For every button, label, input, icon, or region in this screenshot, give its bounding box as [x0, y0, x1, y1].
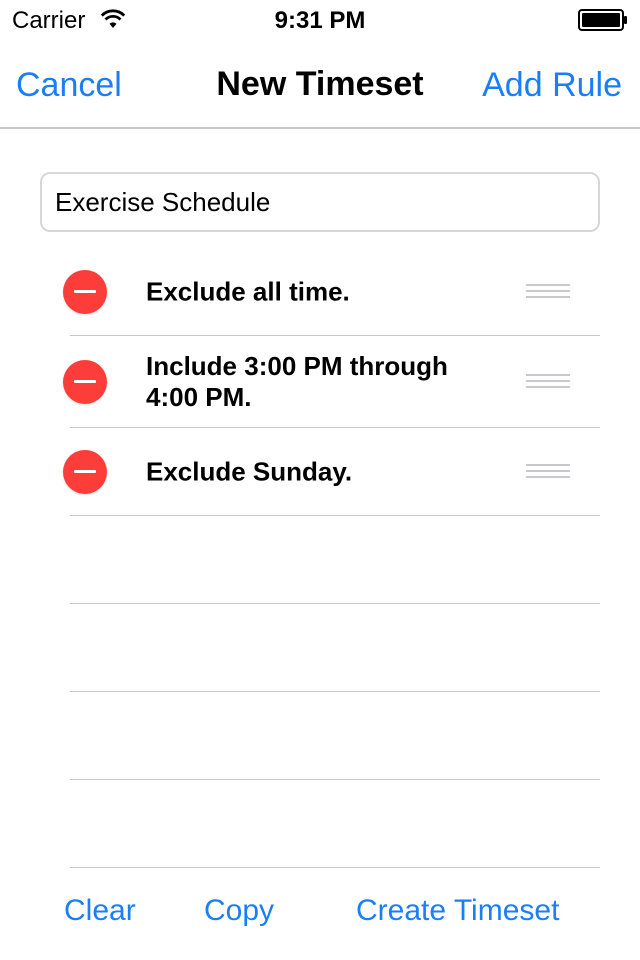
rule-row[interactable]: Exclude all time. [63, 248, 600, 336]
reorder-handle-icon[interactable] [526, 463, 570, 480]
reorder-handle-icon[interactable] [526, 373, 570, 390]
status-time: 9:31 PM [274, 7, 366, 34]
status-bar: Carrier 9:31 PM [0, 0, 640, 40]
delete-rule-button[interactable] [63, 359, 107, 404]
empty-row [70, 604, 600, 692]
rule-text: Exclude Sunday. [146, 456, 353, 486]
rules-list: Exclude all time. Include 3:00 PM throug… [0, 248, 640, 868]
rule-text: Include 3:00 PM through 4:00 PM. [146, 350, 448, 412]
empty-row [70, 780, 600, 868]
create-timeset-button[interactable]: Create Timeset [356, 894, 559, 928]
empty-row [70, 516, 600, 604]
navigation-bar: Cancel New Timeset Add Rule [0, 40, 640, 129]
rule-text: Exclude all time. [146, 276, 350, 306]
add-rule-button[interactable]: Add Rule [482, 66, 622, 105]
bottom-toolbar: Clear Copy Create Timeset [0, 890, 640, 940]
copy-button[interactable]: Copy [204, 894, 274, 928]
delete-rule-button[interactable] [63, 449, 107, 494]
battery-icon [578, 9, 627, 31]
delete-rule-button[interactable] [63, 269, 107, 314]
rule-row[interactable]: Include 3:00 PM through 4:00 PM. [63, 336, 600, 428]
reorder-handle-icon[interactable] [526, 283, 570, 300]
empty-row [70, 692, 600, 780]
rule-row[interactable]: Exclude Sunday. [63, 428, 600, 516]
clear-button[interactable]: Clear [64, 894, 136, 928]
timeset-name-field[interactable] [40, 172, 600, 232]
